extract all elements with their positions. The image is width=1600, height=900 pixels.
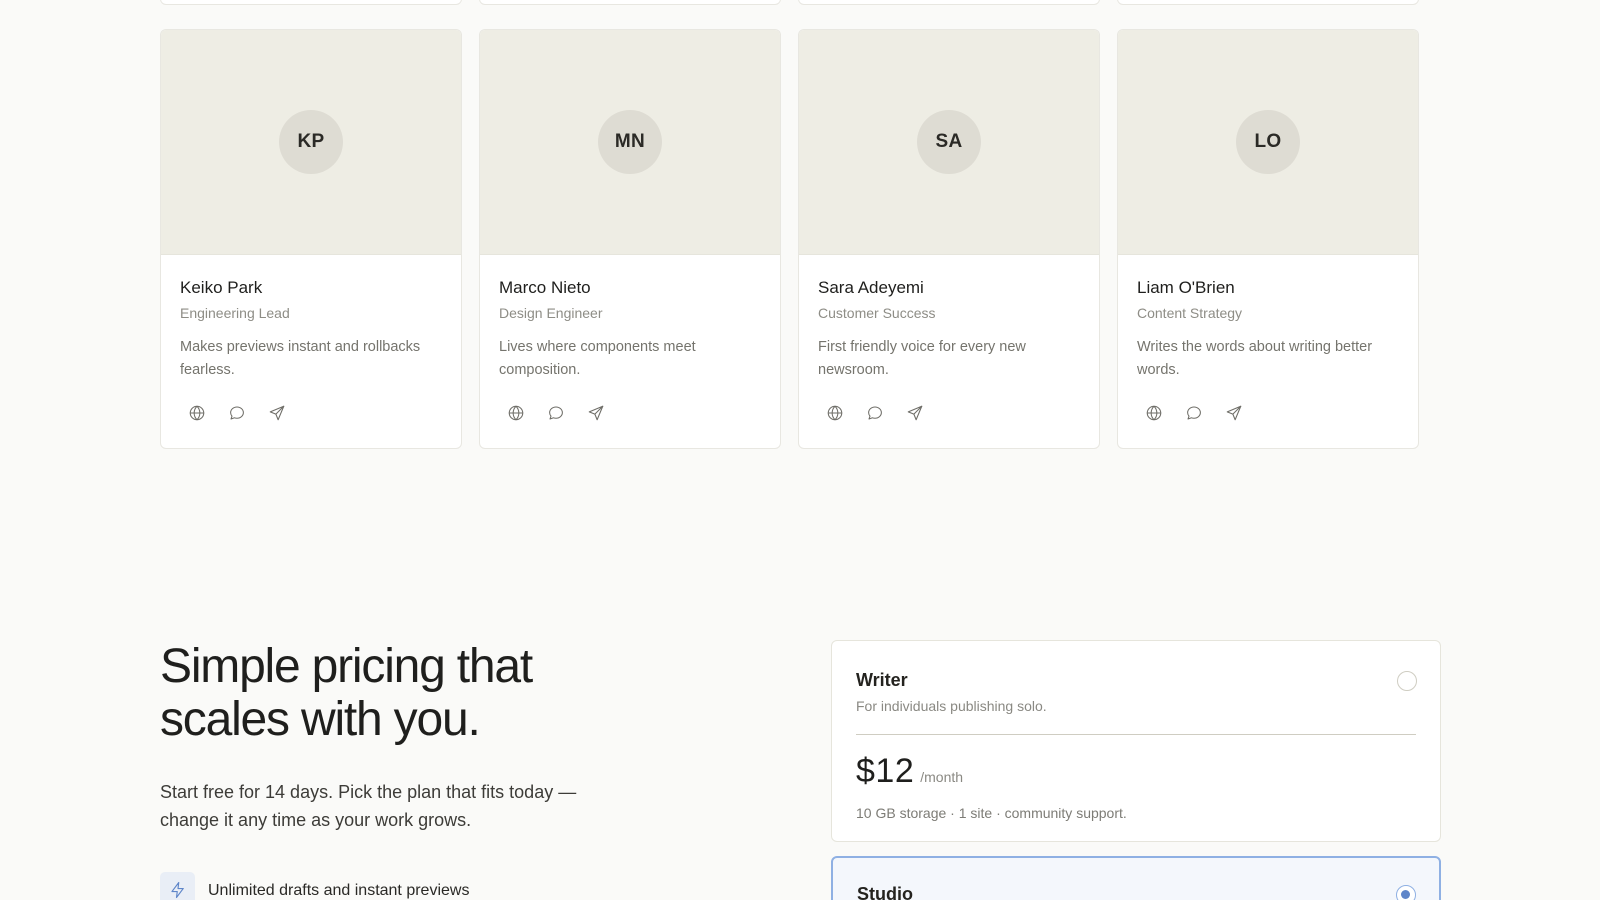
chat-bubble-icon[interactable] xyxy=(1184,403,1204,423)
member-bio: First friendly voice for every new newsr… xyxy=(818,339,1026,378)
globe-icon[interactable] xyxy=(1144,403,1164,423)
member-role: Customer Success xyxy=(818,305,936,321)
avatar: SA xyxy=(917,110,981,174)
card-photo: SA xyxy=(799,30,1099,255)
social-links xyxy=(1137,403,1399,423)
plan-radio-writer[interactable] xyxy=(1397,671,1417,691)
chat-bubble-icon[interactable] xyxy=(546,403,566,423)
member-bio: Makes previews instant and rollbacks fea… xyxy=(180,339,421,378)
pricing-heading: Simple pricing that scales with you. xyxy=(160,640,533,746)
member-role: Content Strategy xyxy=(1137,305,1243,321)
member-name: Marco Nieto xyxy=(499,278,591,297)
card-partial xyxy=(160,0,462,5)
member-name: Sara Adeyemi xyxy=(818,278,924,297)
pricing-subheading: Start free for 14 days. Pick the plan th… xyxy=(160,782,577,830)
plan-card-studio[interactable]: Studio xyxy=(831,856,1441,900)
lightning-icon xyxy=(160,872,195,900)
member-name: Liam O'Brien xyxy=(1137,278,1235,297)
divider xyxy=(856,734,1416,735)
send-icon[interactable] xyxy=(1224,403,1244,423)
member-bio: Lives where components meet composition. xyxy=(499,339,696,378)
chat-bubble-icon[interactable] xyxy=(865,403,885,423)
card-partial xyxy=(798,0,1100,5)
team-card: LO Liam O'Brien Content Strategy Writes … xyxy=(1117,29,1419,449)
globe-icon[interactable] xyxy=(506,403,526,423)
plan-details: 10 GB storage · 1 site · community suppo… xyxy=(856,805,1127,821)
chat-bubble-icon[interactable] xyxy=(227,403,247,423)
member-role: Engineering Lead xyxy=(180,305,290,321)
feature-item: Unlimited drafts and instant previews xyxy=(160,872,469,900)
team-card: SA Sara Adeyemi Customer Success First f… xyxy=(798,29,1100,449)
plan-name: Writer xyxy=(856,670,908,690)
team-grid: KP Keiko Park Engineering Lead Makes pre… xyxy=(160,29,1440,449)
team-card: KP Keiko Park Engineering Lead Makes pre… xyxy=(160,29,462,449)
plan-name: Studio xyxy=(857,884,913,900)
avatar: MN xyxy=(598,110,662,174)
page: KP Keiko Park Engineering Lead Makes pre… xyxy=(0,0,1600,900)
member-bio: Writes the words about writing better wo… xyxy=(1137,339,1373,378)
price-amount: $12 xyxy=(856,752,915,790)
card-photo: LO xyxy=(1118,30,1418,255)
price-period: /month xyxy=(920,769,964,785)
radio-selected-dot xyxy=(1401,890,1410,899)
member-role: Design Engineer xyxy=(499,305,603,321)
send-icon[interactable] xyxy=(905,403,925,423)
globe-icon[interactable] xyxy=(825,403,845,423)
avatar: LO xyxy=(1236,110,1300,174)
social-links xyxy=(818,403,1080,423)
send-icon[interactable] xyxy=(586,403,606,423)
card-partial xyxy=(1117,0,1419,5)
plan-radio-studio[interactable] xyxy=(1396,885,1416,900)
card-photo: KP xyxy=(161,30,461,255)
globe-icon[interactable] xyxy=(187,403,207,423)
plan-description: For individuals publishing solo. xyxy=(856,698,1047,714)
plan-card-writer[interactable]: Writer For individuals publishing solo. … xyxy=(831,640,1441,842)
plan-price: $12 /month xyxy=(856,751,1416,791)
feature-text: Unlimited drafts and instant previews xyxy=(208,881,470,899)
card-partial xyxy=(479,0,781,5)
member-name: Keiko Park xyxy=(180,278,263,297)
avatar: KP xyxy=(279,110,343,174)
previous-card-row xyxy=(160,0,1440,5)
social-links xyxy=(499,403,761,423)
card-photo: MN xyxy=(480,30,780,255)
send-icon[interactable] xyxy=(267,403,287,423)
social-links xyxy=(180,403,442,423)
team-card: MN Marco Nieto Design Engineer Lives whe… xyxy=(479,29,781,449)
